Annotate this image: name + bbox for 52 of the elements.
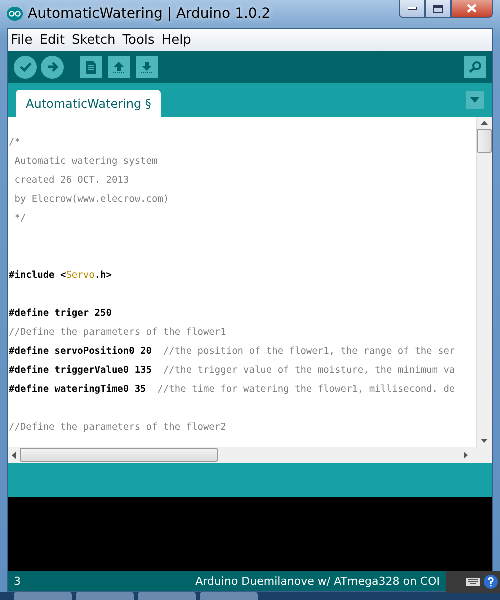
window-title: AutomaticWatering | Arduino 1.0.2 [28,6,271,22]
menu-item[interactable]: Sketch [72,32,116,48]
save-button[interactable] [136,56,158,78]
close-icon [467,4,477,13]
open-button[interactable] [108,56,130,78]
down-arrow-icon [141,60,153,74]
scrollbar-thumb[interactable] [20,448,218,462]
keyboard-icon [466,578,480,586]
checkmark-icon [20,62,32,72]
right-arrow-icon [464,452,468,458]
up-arrow-icon [113,60,125,74]
code-line: /* [8,136,22,150]
menu-item[interactable]: Tools [122,32,155,48]
maximize-icon [433,4,443,12]
code-line: #define triger 250 [8,307,113,321]
code-line: #include <Servo.h> [8,269,113,283]
tab-menu-button[interactable] [466,91,484,109]
document-icon [86,60,96,74]
code-line: //Define the parameters of the flower1 [8,326,228,340]
vertical-scrollbar[interactable] [476,117,492,447]
app-logo-icon [7,7,23,21]
code-line: #define wateringTime0 35 //the time for watering the flower1, millisecond. de [8,383,456,397]
minimize-button[interactable] [399,0,425,18]
code-line: //Define the parameters of the flower2 [8,421,228,435]
new-button[interactable] [80,56,102,78]
board-info: Arduino Duemilanove w/ ATmega328 on COI [196,574,440,588]
code-line: by Elecrow(www.elecrow.com) [14,193,170,207]
line-number: 3 [14,574,21,588]
scrollbar-thumb[interactable] [477,129,492,153]
magnifier-icon [468,61,482,73]
code-line: created 26 OCT. 2013 [14,174,130,188]
minimize-icon [408,7,416,10]
arrow-right-icon [46,62,58,72]
up-arrow-icon [481,121,488,125]
left-arrow-icon [12,452,16,458]
verify-button[interactable] [14,56,37,78]
help-icon [484,575,498,589]
code-line: Automatic watering system [14,155,159,169]
sketch-tab[interactable]: AutomaticWatering § [16,90,162,117]
menu-item[interactable]: File [11,32,33,48]
menu-item[interactable]: Edit [40,32,65,48]
maximize-button[interactable] [425,0,451,18]
horizontal-scrollbar[interactable] [8,447,492,463]
menu-item[interactable]: Help [162,32,192,48]
code-line: #define triggerValue0 135 //the trigger value of the moisture, the minimum va [8,364,456,378]
serial-monitor-button[interactable] [464,56,486,78]
code-line: */ [14,212,28,226]
caret-icon [470,97,480,103]
close-button[interactable] [451,0,493,18]
upload-button[interactable] [41,56,64,78]
down-arrow-icon [481,439,488,443]
code-line: #define servoPosition0 20 //the position of the flower1, the range of the ser [8,345,456,359]
